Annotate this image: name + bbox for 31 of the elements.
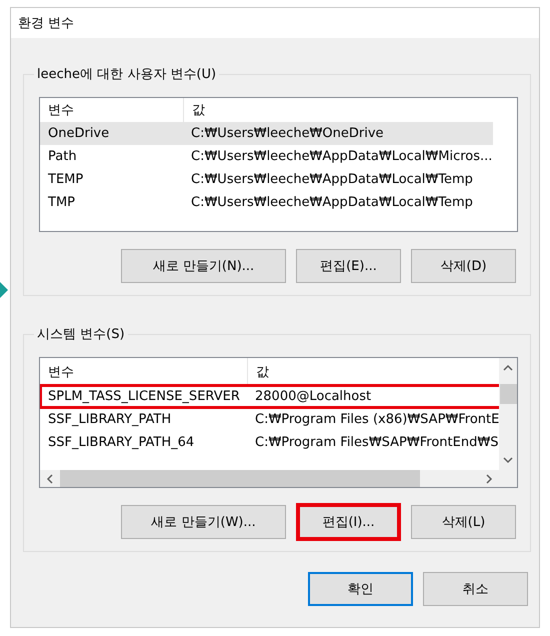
scrollbar-thumb[interactable] [60, 470, 420, 487]
action-button[interactable]: 새로 만들기(W)... [121, 505, 286, 539]
action-button[interactable]: 편집(E)... [296, 249, 401, 283]
variable-list[interactable]: 변수 값 SPLM_TASS_LICENSE_SERVER 28000@Localhost SSF_LIBRARY_PATH C:₩Program Files (x86)₩SAP₩FrontE SSF_LIBRARY_PATH_64 C:₩Program Files₩SAP₩FrontEnd₩S [39, 357, 518, 488]
group-legend: 시스템 변수(S) [34, 325, 128, 343]
dialog-button[interactable]: 확인 [308, 572, 413, 606]
scrollbar-thumb[interactable] [500, 384, 516, 404]
column-header[interactable]: 변수 [40, 98, 183, 122]
vertical-scrollbar[interactable] [499, 358, 517, 470]
list-row[interactable]: TEMP C:₩Users₩leeche₩AppData₩Local₩Temp [40, 168, 493, 191]
list-row[interactable]: SSF_LIBRARY_PATH_64 C:₩Program Files₩SAP₩FrontEnd₩S [40, 431, 501, 454]
scroll-right-icon[interactable] [485, 474, 493, 484]
action-button[interactable]: 새로 만들기(N)... [121, 249, 286, 283]
horizontal-scrollbar[interactable] [40, 470, 517, 487]
list-row[interactable]: TMP C:₩Users₩leeche₩AppData₩Local₩Temp [40, 191, 493, 214]
action-button[interactable]: 삭제(D) [411, 249, 516, 283]
list-row[interactable]: SSF_LIBRARY_PATH C:₩Program Files (x86)₩SAP₩FrontE [40, 408, 501, 431]
variable-list[interactable]: 변수 값 OneDrive C:₩Users₩leeche₩OneDrive Path C:₩Users₩leeche₩AppData₩Local₩Micros... TEMP C:₩Users₩leeche₩AppData₩Local₩Temp TMP C:₩Users₩leeche₩AppData₩Local₩Temp [39, 97, 518, 232]
scroll-up-icon[interactable] [503, 364, 513, 372]
window-title: 환경 변수 [18, 15, 74, 32]
scroll-down-icon[interactable] [503, 456, 513, 464]
list-row[interactable]: SPLM_TASS_LICENSE_SERVER 28000@Localhost [40, 385, 501, 408]
arrowhead-icon [0, 282, 8, 298]
list-row[interactable]: OneDrive C:₩Users₩leeche₩OneDrive [40, 122, 493, 145]
scroll-left-icon[interactable] [46, 474, 54, 484]
dialog-button[interactable]: 취소 [423, 572, 528, 606]
action-button[interactable]: 삭제(L) [411, 505, 516, 539]
list-row[interactable]: Path C:₩Users₩leeche₩AppData₩Local₩Micros... [40, 145, 493, 168]
column-header[interactable]: 변수 [40, 358, 247, 385]
action-button[interactable]: 편집(I)... [296, 503, 401, 541]
group-legend: leeche에 대한 사용자 변수(U) [34, 65, 220, 83]
